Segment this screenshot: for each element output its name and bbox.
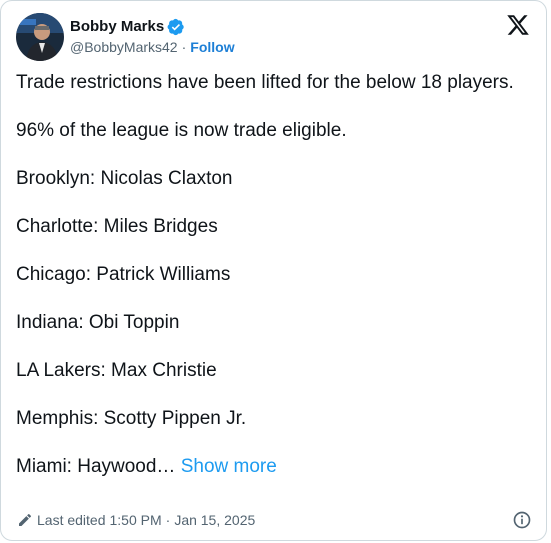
display-name-row: Bobby Marks xyxy=(70,17,235,37)
tweet-line: Chicago: Patrick Williams xyxy=(16,264,231,285)
handle-separator: · xyxy=(181,39,187,55)
show-more-link[interactable]: Show more xyxy=(181,456,277,477)
tweet-stat: 96% of the league is now trade eligible. xyxy=(16,120,347,141)
tweet-intro: Trade restrictions have been lifted for … xyxy=(16,72,514,93)
verified-badge-icon xyxy=(167,18,185,36)
info-circle-icon[interactable] xyxy=(512,510,532,530)
tweet-header: Bobby Marks @BobbyMarks42 · Follow xyxy=(16,13,235,61)
handle-row: @BobbyMarks42 · Follow xyxy=(70,37,235,57)
tweet-line: Brooklyn: Nicolas Claxton xyxy=(16,168,233,189)
tweet-truncated-line: Miami: Haywood… Show more xyxy=(16,455,526,479)
follow-button[interactable]: Follow xyxy=(190,37,234,57)
truncated-text: Miami: Haywood… xyxy=(16,456,176,477)
tweet-line: Memphis: Scotty Pippen Jr. xyxy=(16,408,247,429)
avatar[interactable] xyxy=(16,13,64,61)
avatar-image xyxy=(16,13,64,61)
edited-time[interactable]: 1:50 PM xyxy=(110,512,162,528)
tweet-line: LA Lakers: Max Christie xyxy=(16,360,217,381)
tweet-card: Bobby Marks @BobbyMarks42 · Follow Trade… xyxy=(0,0,547,541)
author-names: Bobby Marks @BobbyMarks42 · Follow xyxy=(70,17,235,57)
tweet-line: Indiana: Obi Toppin xyxy=(16,312,180,333)
tweet-footer: Last edited 1:50 PM · Jan 15, 2025 xyxy=(17,510,532,530)
pencil-edit-icon xyxy=(17,512,33,528)
footer-separator: · xyxy=(165,512,171,528)
last-edited-label[interactable]: Last edited xyxy=(37,512,106,528)
x-logo-icon[interactable] xyxy=(506,13,530,37)
display-name[interactable]: Bobby Marks xyxy=(70,17,164,37)
tweet-line: Charlotte: Miles Bridges xyxy=(16,216,218,237)
handle[interactable]: @BobbyMarks42 xyxy=(70,37,178,57)
edited-date[interactable]: Jan 15, 2025 xyxy=(174,512,255,528)
tweet-text: Trade restrictions have been lifted for … xyxy=(16,71,526,479)
